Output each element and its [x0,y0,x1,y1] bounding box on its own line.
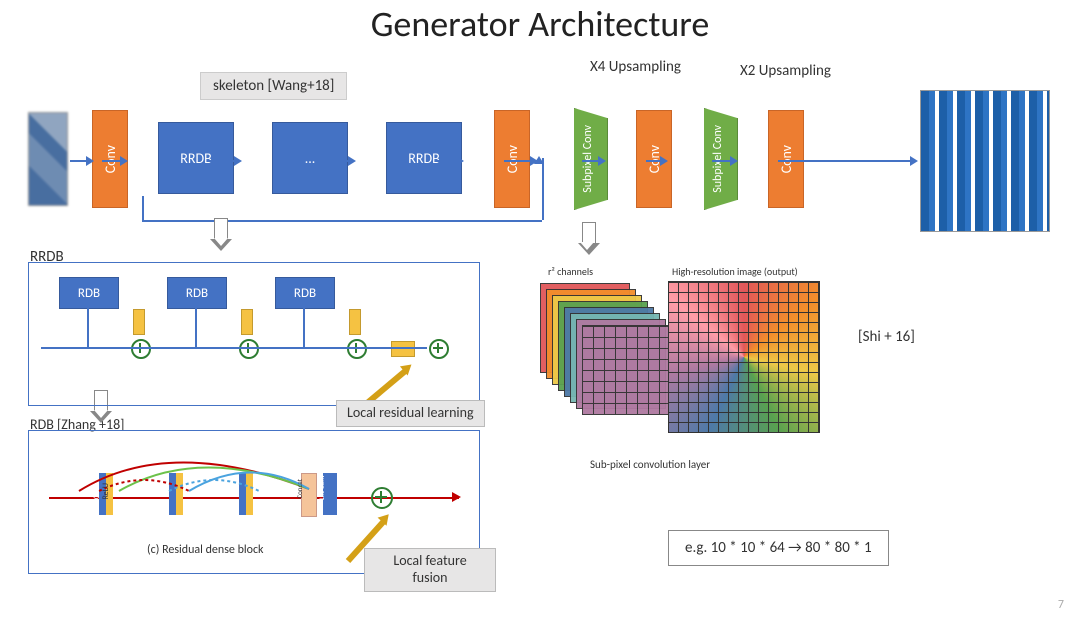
scale-mult-icon [133,309,145,335]
output-hr-image [920,90,1050,232]
output-grid-image [668,281,820,433]
add-icon [429,339,449,359]
add-icon [347,339,367,359]
rdb-block: RDB [167,277,227,309]
oneconv-label: 1x1 Conv [317,475,326,501]
rdb-block: RDB [275,277,335,309]
output-label: High-resolution image (output) [672,265,798,278]
slide: Generator Architecture 7 skeleton [Wang+… [0,0,1080,620]
add-icon [131,339,151,359]
add-icon [239,339,259,359]
convrelu-label: ReLU [101,483,111,500]
expand-arrow-rrdb [210,218,232,252]
x2-upsampling-label: X2 Upsampling [740,62,831,80]
expand-arrow-subpixel [576,222,602,256]
scale-mult-icon [391,341,415,357]
skeleton-cite-label: skeleton [Wang+18] [200,72,347,100]
subpixel-caption: Sub-pixel convolution layer [590,458,710,471]
rdb-caption: (c) Residual dense block [147,543,263,557]
stack-label: r² channels [548,265,593,278]
add-icon [371,487,393,509]
local-feature-fusion-label: Local feature fusion [364,548,496,592]
scale-mult-icon [241,309,253,335]
channel-stack [540,283,660,403]
skip-connection [142,196,144,220]
concat-label: Concat [295,479,304,499]
subpixel-diagram: r² channels High-resolution image (outpu… [540,275,840,465]
rrdb-box: RDB RDB RDB [28,262,480,406]
input-lr-image [28,112,68,206]
x4-upsampling-label: X4 Upsampling [590,58,681,76]
local-residual-learning-label: Local residual learning [336,400,485,427]
page-title: Generator Architecture [0,2,1080,46]
scale-mult-icon [349,309,361,335]
rdb-block: RDB [59,277,119,309]
shi-cite-label: [Shi + 16] [858,328,915,346]
page-number: 7 [1058,598,1064,612]
example-shape-text: e.g. 10 * 10 * 64 → 80 * 80 * 1 [668,530,889,566]
